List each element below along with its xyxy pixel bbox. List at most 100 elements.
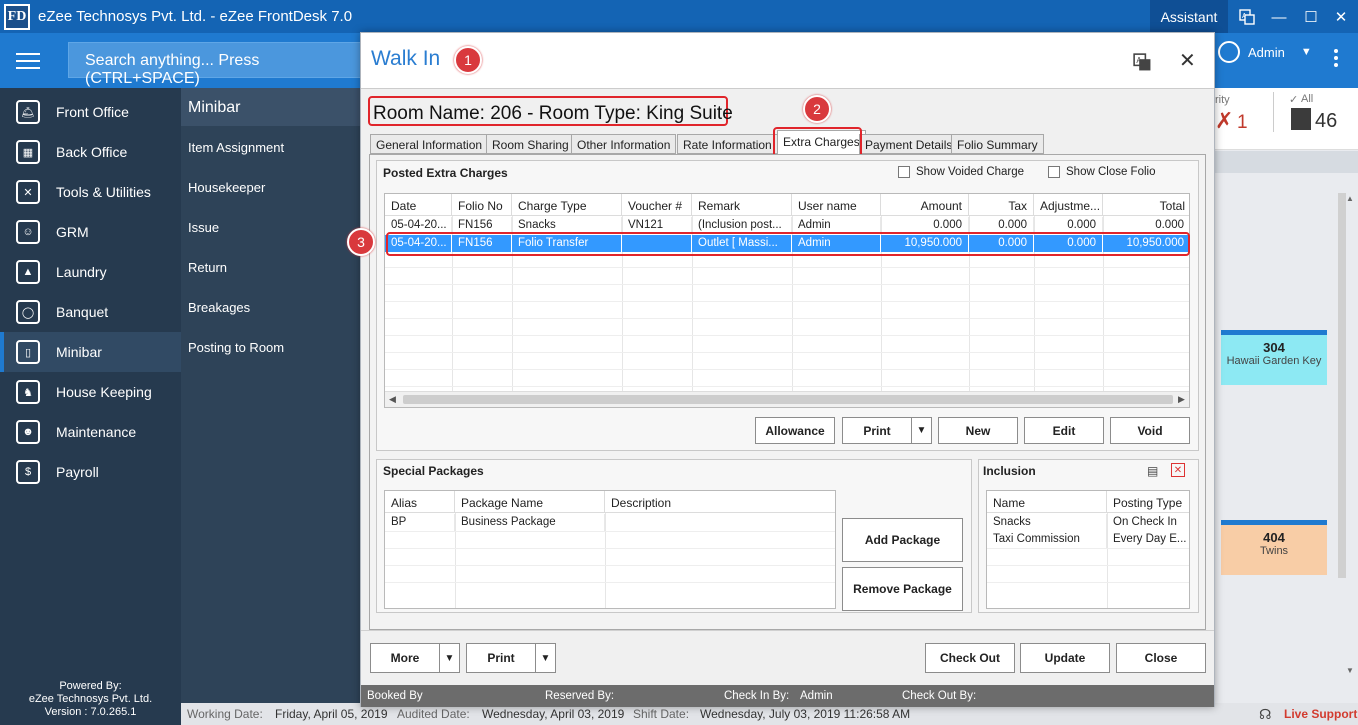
submenu-item-housekeeper[interactable]: Housekeeper: [188, 180, 265, 195]
void-button[interactable]: Void: [1110, 417, 1190, 444]
sidebar-item-front-office[interactable]: 🛎 Front Office: [0, 92, 181, 132]
add-package-button[interactable]: Add Package: [842, 518, 963, 562]
check-out-button[interactable]: Check Out: [925, 643, 1015, 673]
sidebar-item-label: Back Office: [56, 144, 128, 160]
submenu-item-issue[interactable]: Issue: [188, 220, 219, 235]
new-button[interactable]: New: [938, 417, 1018, 444]
scrollbar[interactable]: [1338, 193, 1346, 578]
translate-icon[interactable]: A: [1236, 6, 1258, 28]
submenu-item-assignment[interactable]: Item Assignment: [188, 140, 284, 155]
sidebar-item-payroll[interactable]: $ Payroll: [0, 452, 181, 492]
column-header-amount[interactable]: Amount: [881, 194, 969, 216]
column-header-adjustment[interactable]: Adjustme...: [1034, 194, 1103, 216]
tab-room-sharing[interactable]: Room Sharing: [486, 134, 575, 154]
column-header-package-name[interactable]: Package Name: [455, 491, 605, 513]
sidebar-item-housekeeping[interactable]: ♞ House Keeping: [0, 372, 181, 412]
cell-package-name: Business Package: [455, 514, 605, 531]
table-row[interactable]: Taxi Commission Every Day E...: [987, 531, 1189, 548]
assistant-button[interactable]: Assistant: [1150, 0, 1228, 33]
bottom-print-button[interactable]: Print: [466, 643, 536, 673]
update-button[interactable]: Update: [1020, 643, 1110, 673]
sidebar-item-back-office[interactable]: ▦ Back Office: [0, 132, 181, 172]
allowance-button[interactable]: Allowance: [755, 417, 835, 444]
tab-general-information[interactable]: General Information: [370, 134, 489, 154]
print-dropdown-chevron-icon[interactable]: ▼: [911, 417, 932, 444]
more-button[interactable]: More: [370, 643, 440, 673]
sidebar-item-tools[interactable]: ✕ Tools & Utilities: [0, 172, 181, 212]
remove-inclusion-icon[interactable]: ✕: [1171, 463, 1185, 477]
minimize-icon[interactable]: —: [1268, 6, 1290, 28]
check-icon: ✓: [1289, 94, 1299, 106]
headset-icon: ☊: [1259, 706, 1272, 722]
sidebar-item-banquet[interactable]: ◯ Banquet: [0, 292, 181, 332]
column-header-alias[interactable]: Alias: [385, 491, 455, 513]
working-date-label: Working Date:: [187, 707, 263, 721]
sidebar-item-maintenance[interactable]: ☻ Maintenance: [0, 412, 181, 452]
posted-extra-charges-title: Posted Extra Charges: [383, 166, 508, 180]
room-heading: Room Name: 206 - Room Type: King Suite: [373, 103, 733, 124]
user-avatar-icon: [1218, 41, 1240, 63]
remove-package-button[interactable]: Remove Package: [842, 567, 963, 611]
scroll-right-icon[interactable]: ▶: [1178, 394, 1185, 405]
table-row[interactable]: BP Business Package: [385, 514, 835, 531]
horizontal-scrollbar[interactable]: ◀ ▶: [385, 391, 1189, 407]
grid-line: [987, 582, 1189, 583]
tab-other-information[interactable]: Other Information: [571, 134, 677, 154]
show-voided-checkbox[interactable]: [898, 166, 910, 178]
chevron-down-icon: ▼: [1300, 46, 1312, 58]
column-header-name[interactable]: Name: [987, 491, 1107, 513]
callout-box-row: [386, 232, 1190, 256]
sidebar-item-label: House Keeping: [56, 384, 152, 400]
sidebar-item-minibar[interactable]: ▯ Minibar: [0, 332, 181, 372]
more-vertical-icon[interactable]: [1334, 49, 1340, 67]
close-icon[interactable]: ✕: [1330, 6, 1352, 28]
room-card-304[interactable]: 304 Hawaii Garden Key: [1221, 330, 1327, 385]
callout-badge-3: 3: [347, 228, 375, 256]
column-header-folio-no[interactable]: Folio No: [452, 194, 512, 216]
scroll-up-icon[interactable]: ▲: [1346, 194, 1354, 203]
room-card-404[interactable]: 404 Twins: [1221, 520, 1327, 575]
inclusion-grid: Name Posting Type Snacks On Check In Tax…: [986, 490, 1190, 609]
maximize-icon[interactable]: ☐: [1300, 6, 1322, 28]
submenu-item-breakages[interactable]: Breakages: [188, 300, 250, 315]
column-header-tax[interactable]: Tax: [969, 194, 1034, 216]
check-in-by-value: Admin: [800, 690, 833, 702]
counter-label: rity: [1215, 94, 1230, 106]
column-header-total[interactable]: Total: [1103, 194, 1189, 216]
column-header-voucher[interactable]: Voucher #: [622, 194, 692, 216]
column-header-description[interactable]: Description: [605, 491, 835, 513]
show-close-folio-checkbox[interactable]: [1048, 166, 1060, 178]
table-row[interactable]: Snacks On Check In: [987, 514, 1189, 531]
scrollbar-thumb[interactable]: [403, 395, 1173, 404]
sidebar-item-laundry[interactable]: ▲ Laundry: [0, 252, 181, 292]
hamburger-menu-icon[interactable]: [16, 53, 40, 74]
tab-folio-summary[interactable]: Folio Summary: [951, 134, 1044, 154]
column-header-user-name[interactable]: User name: [792, 194, 881, 216]
column-header-charge-type[interactable]: Charge Type: [512, 194, 622, 216]
column-header-posting-type[interactable]: Posting Type: [1107, 491, 1189, 513]
scroll-down-icon[interactable]: ▼: [1346, 666, 1354, 675]
cell-name: Snacks: [987, 514, 1107, 531]
sidebar-item-grm[interactable]: ☺ GRM: [0, 212, 181, 252]
search-input[interactable]: Search anything... Press (CTRL+SPACE): [68, 42, 368, 87]
callout-badge-2: 2: [803, 95, 831, 123]
dialog-close-icon[interactable]: ✕: [1179, 48, 1196, 73]
translate-icon[interactable]: A: [1133, 53, 1151, 74]
column-header-remark[interactable]: Remark: [692, 194, 792, 216]
submenu-item-return[interactable]: Return: [188, 260, 227, 275]
edit-button[interactable]: Edit: [1024, 417, 1104, 444]
add-inclusion-icon[interactable]: ▤: [1147, 464, 1158, 478]
print-button[interactable]: Print: [842, 417, 912, 444]
scroll-left-icon[interactable]: ◀: [389, 394, 396, 405]
more-dropdown-chevron-icon[interactable]: ▼: [439, 643, 460, 673]
live-support-link[interactable]: Live Support: [1284, 707, 1357, 721]
print-dropdown-chevron-icon[interactable]: ▼: [535, 643, 556, 673]
tab-rate-information[interactable]: Rate Information: [677, 134, 778, 154]
grid-line: [385, 284, 1189, 285]
tab-payment-details[interactable]: Payment Details: [859, 134, 959, 154]
building-icon: [1291, 108, 1311, 130]
submenu-item-posting[interactable]: Posting to Room: [188, 340, 284, 355]
close-button[interactable]: Close: [1116, 643, 1206, 673]
column-header-date[interactable]: Date: [385, 194, 452, 216]
user-menu[interactable]: Admin ▼: [1218, 41, 1312, 63]
